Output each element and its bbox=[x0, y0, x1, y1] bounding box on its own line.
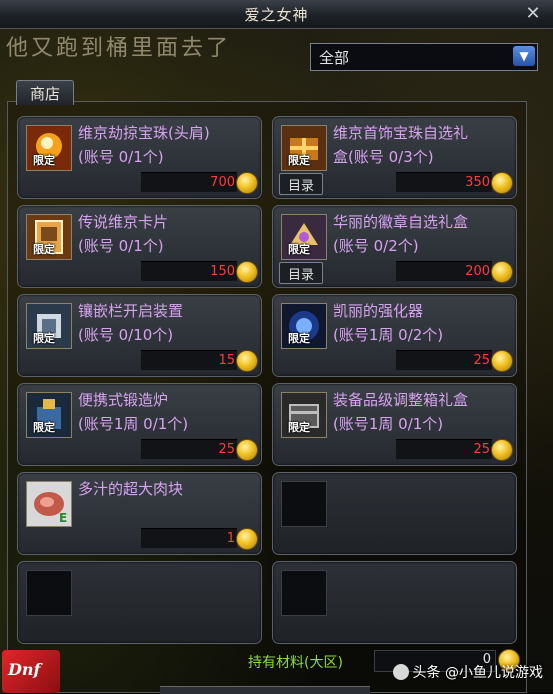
limited-badge: 限定 bbox=[33, 332, 55, 345]
item-name: 装备品级调整箱礼盒 bbox=[333, 391, 469, 409]
item-name: 传说维京卡片 bbox=[78, 213, 169, 231]
socket-device-icon: 限定 bbox=[26, 303, 72, 349]
item-price: 200 bbox=[465, 264, 490, 279]
limited-badge: 限定 bbox=[288, 243, 310, 256]
watermark: 头条 @小鱼儿说游戏 bbox=[392, 662, 543, 682]
category-filter-dropdown[interactable]: 全部 ▼ bbox=[310, 43, 538, 71]
item-name: 便携式锻造炉 bbox=[78, 391, 169, 409]
window-title: 爱之女神 bbox=[244, 6, 309, 24]
item-name: 镶嵌栏开启装置 bbox=[78, 302, 184, 320]
item-purchase-limit: (账号 0/2个) bbox=[333, 237, 419, 255]
shop-item-card[interactable]: 限定 凯丽的强化器 (账号1周 0/2个) 25 bbox=[272, 294, 517, 377]
coin-icon bbox=[491, 350, 513, 372]
logo-text: Dnf bbox=[8, 660, 41, 679]
materials-label: 持有材料(大区) bbox=[248, 655, 343, 671]
shop-item-card[interactable]: 限定 传说维京卡片 (账号 0/1个) 150 bbox=[17, 205, 262, 288]
coin-icon bbox=[236, 439, 258, 461]
item-purchase-limit: (账号 0/10个) bbox=[78, 326, 174, 344]
item-price: 25 bbox=[218, 442, 235, 457]
close-icon[interactable]: ✕ bbox=[523, 4, 543, 24]
item-name: 多汁的超大肉块 bbox=[78, 480, 184, 498]
empty-icon-slot bbox=[281, 570, 327, 616]
limited-badge: 限定 bbox=[33, 243, 55, 256]
tab-shop[interactable]: 商店 bbox=[16, 80, 74, 105]
coin-icon bbox=[491, 261, 513, 283]
coin-icon bbox=[236, 261, 258, 283]
coin-icon bbox=[491, 172, 513, 194]
item-price: 25 bbox=[473, 353, 490, 368]
limited-badge: 限定 bbox=[33, 421, 55, 434]
item-price: 350 bbox=[465, 175, 490, 190]
shop-item-card[interactable]: 限定 便携式锻造炉 (账号1周 0/1个) 25 bbox=[17, 383, 262, 466]
empty-icon-slot bbox=[26, 570, 72, 616]
reinforcer-icon: 限定 bbox=[281, 303, 327, 349]
price-field bbox=[141, 528, 237, 548]
orb-icon: 限定 bbox=[26, 125, 72, 171]
catalog-button-label: 目录 bbox=[287, 268, 314, 283]
coin-icon bbox=[491, 439, 513, 461]
shop-item-card[interactable]: 限定 维京劫掠宝珠(头肩) (账号 0/1个) 700 bbox=[17, 116, 262, 199]
empty-icon-slot bbox=[281, 481, 327, 527]
empty-item-slot bbox=[272, 561, 517, 644]
meat-icon: E bbox=[26, 481, 72, 527]
item-price: 1 bbox=[226, 531, 235, 546]
watermark-text: 头条 @小鱼儿说游戏 bbox=[412, 665, 543, 681]
grade-box-icon: 限定 bbox=[281, 392, 327, 438]
window-titlebar[interactable]: 爱之女神 ✕ bbox=[0, 0, 553, 29]
limited-badge: 限定 bbox=[288, 332, 310, 345]
item-purchase-limit: (账号 0/1个) bbox=[78, 148, 164, 166]
item-purchase-limit: (账号1周 0/2个) bbox=[333, 326, 444, 344]
empty-item-slot bbox=[272, 472, 517, 555]
shop-item-card[interactable]: 限定 镶嵌栏开启装置 (账号 0/10个) 15 bbox=[17, 294, 262, 377]
item-name: 凯丽的强化器 bbox=[333, 302, 424, 320]
card-icon: 限定 bbox=[26, 214, 72, 260]
item-price: 25 bbox=[473, 442, 490, 457]
emblem-box-icon: 限定 bbox=[281, 214, 327, 260]
shop-item-card[interactable]: 限定 华丽的徽章自选礼盒 (账号 0/2个) 目录 200 bbox=[272, 205, 517, 288]
gift-box-icon: 限定 bbox=[281, 125, 327, 171]
item-purchase-limit: (账号1周 0/1个) bbox=[78, 415, 189, 433]
chevron-down-icon[interactable]: ▼ bbox=[513, 46, 535, 66]
svg-text:E: E bbox=[59, 511, 67, 525]
empty-item-slot bbox=[17, 561, 262, 644]
item-price: 700 bbox=[210, 175, 235, 190]
item-name: 维京首饰宝珠自选礼 bbox=[333, 124, 469, 142]
coin-icon bbox=[236, 172, 258, 194]
catalog-button[interactable]: 目录 bbox=[279, 173, 323, 195]
item-purchase-limit: 盒(账号 0/3个) bbox=[333, 148, 434, 166]
dropdown-selected-value: 全部 bbox=[319, 49, 350, 67]
item-purchase-limit: (账号 0/1个) bbox=[78, 237, 164, 255]
shop-item-card[interactable]: 限定 维京首饰宝珠自选礼 盒(账号 0/3个) 目录 350 bbox=[272, 116, 517, 199]
dnf-logo: Dnf bbox=[2, 650, 60, 693]
item-price: 150 bbox=[210, 264, 235, 279]
limited-badge: 限定 bbox=[288, 154, 310, 167]
limited-badge: 限定 bbox=[288, 421, 310, 434]
item-price: 15 bbox=[218, 353, 235, 368]
coin-icon bbox=[236, 528, 258, 550]
catalog-button-label: 目录 bbox=[287, 179, 314, 194]
background-dialogue-text: 他又跑到桶里面去了 bbox=[6, 36, 232, 61]
item-name: 华丽的徽章自选礼盒 bbox=[333, 213, 469, 231]
item-purchase-limit: (账号1周 0/1个) bbox=[333, 415, 444, 433]
coin-icon bbox=[236, 350, 258, 372]
limited-badge: 限定 bbox=[33, 154, 55, 167]
forge-icon: 限定 bbox=[26, 392, 72, 438]
shop-item-card[interactable]: E 多汁的超大肉块 1 bbox=[17, 472, 262, 555]
catalog-button[interactable]: 目录 bbox=[279, 262, 323, 284]
tab-label: 商店 bbox=[29, 85, 60, 103]
avatar bbox=[392, 664, 409, 680]
item-name: 维京劫掠宝珠(头肩) bbox=[78, 124, 210, 142]
shop-item-card[interactable]: 限定 装备品级调整箱礼盒 (账号1周 0/1个) 25 bbox=[272, 383, 517, 466]
